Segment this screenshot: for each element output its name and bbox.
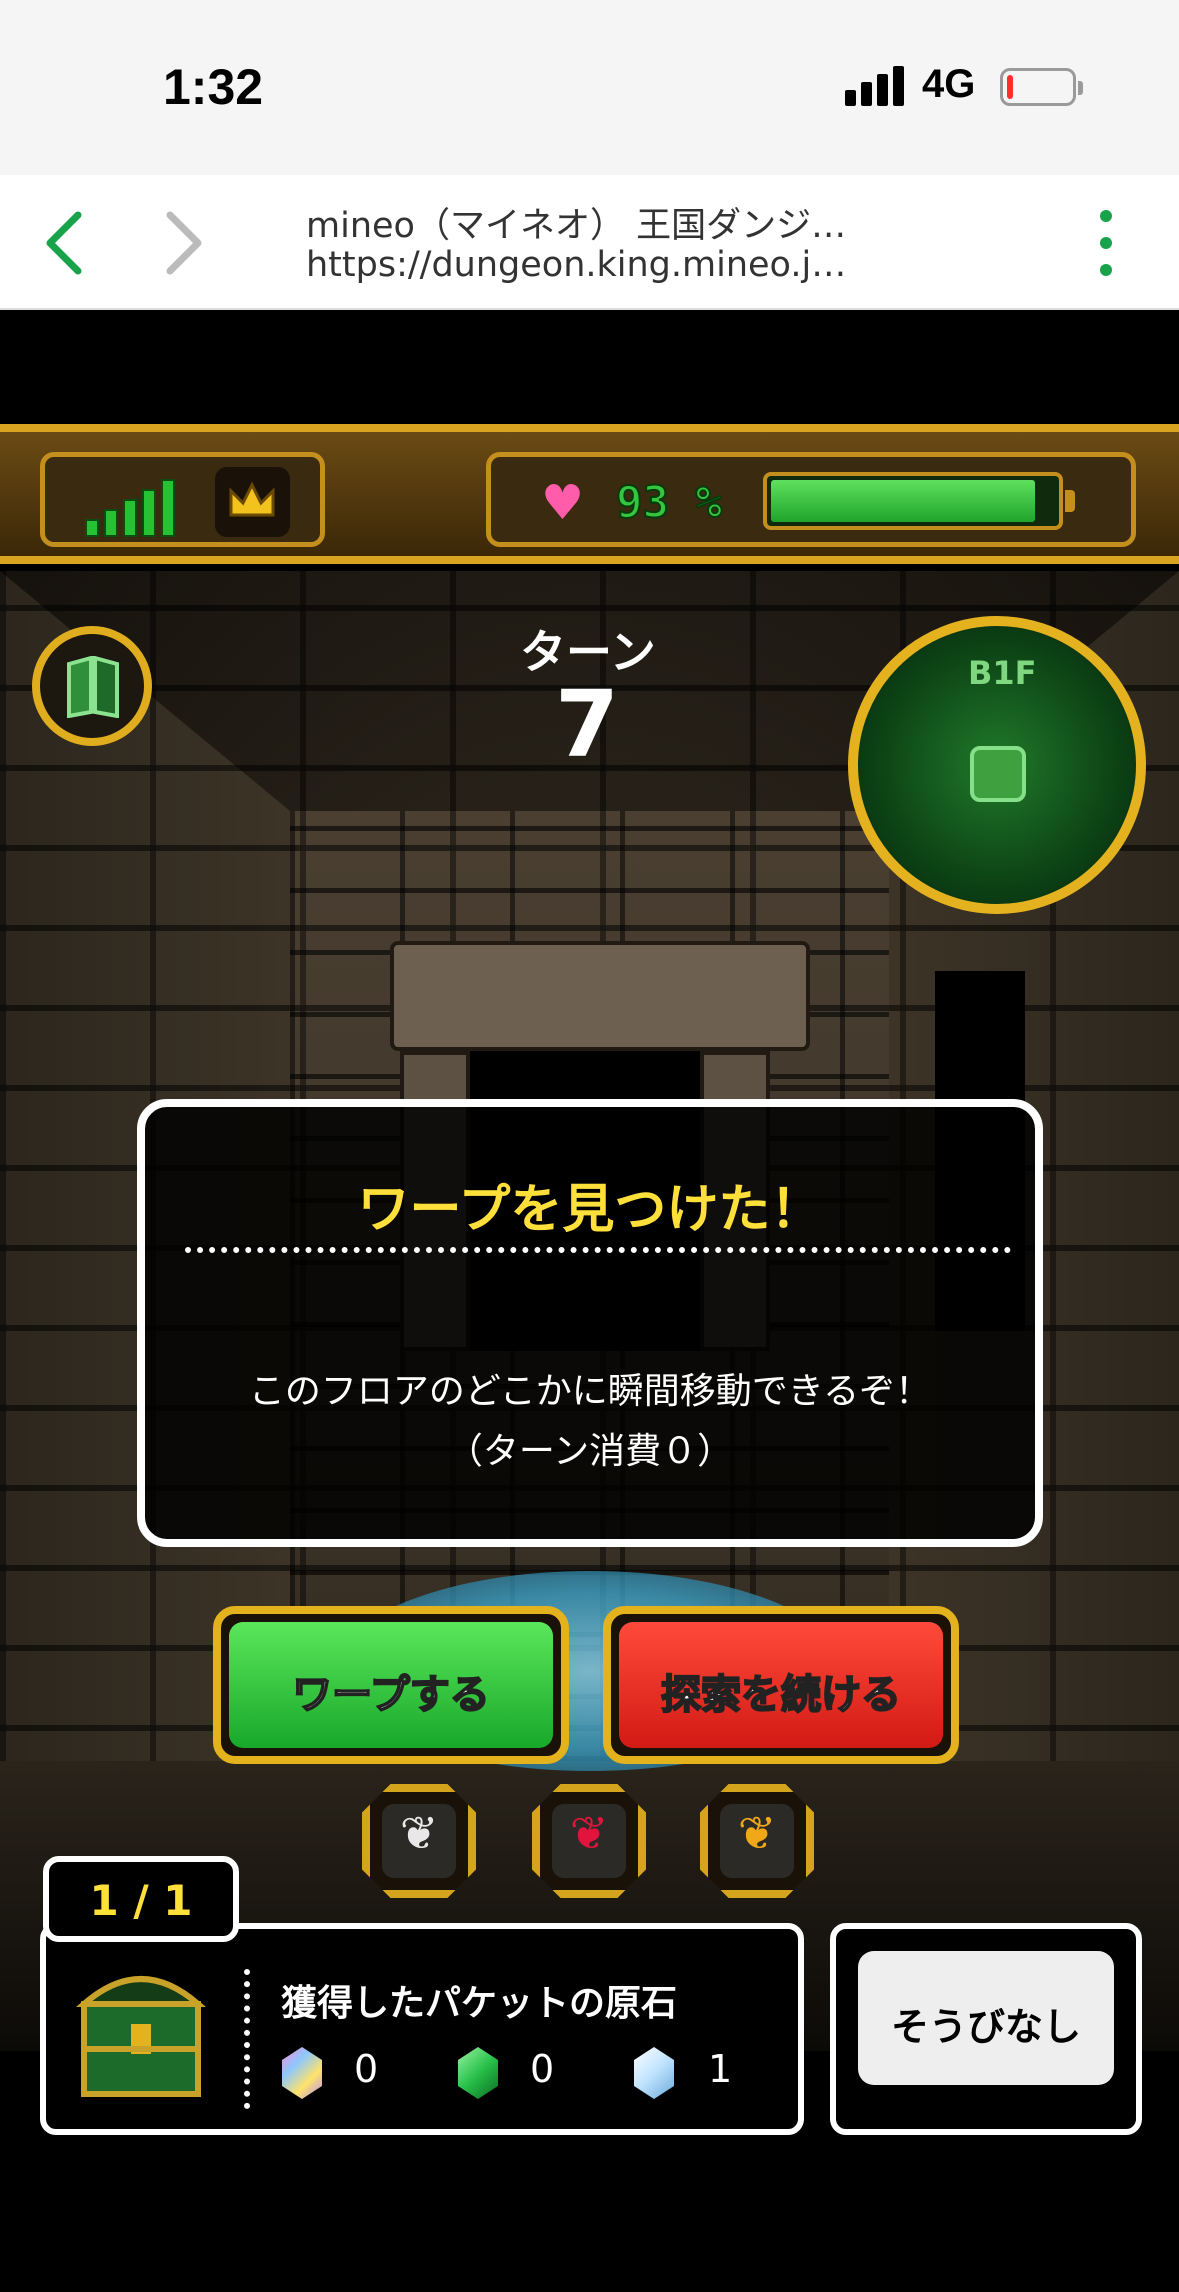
hp-percent: 93 % bbox=[615, 476, 723, 529]
treasure-counter: 1 / 1 bbox=[43, 1856, 239, 1942]
green-gem-icon bbox=[458, 2047, 498, 2099]
more-menu-icon[interactable] bbox=[1090, 210, 1120, 280]
rainbow-gem-icon bbox=[282, 2047, 322, 2099]
dialog-divider bbox=[185, 1247, 1011, 1253]
treasure-chest-icon bbox=[76, 1976, 206, 2097]
floor-label: B1F bbox=[968, 654, 1037, 692]
white-bean-icon: ❦ bbox=[399, 1806, 439, 1860]
cellular-signal-icon bbox=[845, 64, 905, 106]
treasure-panel: 獲得したパケットの原石 0 0 1 bbox=[40, 1923, 804, 2135]
hud-right-panel: ♥ 93 % bbox=[486, 452, 1136, 547]
dialog-message: このフロアのどこかに瞬間移動できるぞ！ bbox=[248, 1371, 932, 1412]
dialog-note: （ターン消費０） bbox=[446, 1431, 734, 1472]
equipment-panel: そうびなし bbox=[830, 1923, 1142, 2135]
hud-bar: ♥ 93 % bbox=[0, 424, 1179, 564]
red-bean-icon: ❦ bbox=[569, 1806, 609, 1860]
continue-explore-button[interactable]: 探索を続ける bbox=[603, 1606, 959, 1764]
status-time: 1:32 bbox=[163, 59, 264, 115]
turn-number: 7 bbox=[555, 671, 620, 778]
crown-icon bbox=[229, 481, 275, 517]
heart-icon: ♥ bbox=[541, 475, 585, 531]
equipment-label: そうびなし bbox=[890, 2005, 1081, 2049]
explore-button-label: 探索を続ける bbox=[660, 1671, 902, 1719]
warp-button-label: ワープする bbox=[291, 1671, 491, 1719]
stone-arch bbox=[390, 941, 810, 1051]
treasure-counter-text: 1 / 1 bbox=[89, 1876, 193, 1925]
blue-gem-count: 1 bbox=[708, 2047, 733, 2091]
game-area: ♥ 93 % ターン 7 B1F ワープを見つけた！ このフロアのどこかに瞬間移… bbox=[0, 311, 1179, 2292]
item-slot-red[interactable]: ❦ bbox=[532, 1784, 646, 1898]
signal-strength-icon bbox=[85, 477, 185, 537]
green-gem-count: 0 bbox=[530, 2047, 555, 2091]
guide-book-button[interactable] bbox=[32, 626, 152, 746]
back-arrow-icon[interactable] bbox=[40, 203, 90, 283]
page-title[interactable]: mineo（マイネオ） 王国ダンジ… bbox=[306, 197, 846, 248]
hp-gauge bbox=[763, 472, 1075, 530]
warp-dialog: ワープを見つけた！ このフロアのどこかに瞬間移動できるぞ！ （ターン消費０） bbox=[137, 1099, 1043, 1547]
hud-left-panel bbox=[40, 452, 325, 547]
treasure-title: 獲得したパケットの原石 bbox=[281, 1983, 678, 2024]
book-icon bbox=[67, 656, 119, 718]
warp-button[interactable]: ワープする bbox=[213, 1606, 569, 1764]
forward-arrow-icon[interactable] bbox=[158, 203, 208, 283]
item-slot-white[interactable]: ❦ bbox=[362, 1784, 476, 1898]
item-slot-yellow[interactable]: ❦ bbox=[700, 1784, 814, 1898]
battery-level bbox=[1007, 75, 1013, 99]
status-bar: 1:32 4G bbox=[0, 0, 1179, 175]
crown-button[interactable] bbox=[215, 467, 290, 537]
network-type: 4G bbox=[922, 62, 976, 106]
hp-gauge-fill bbox=[771, 480, 1035, 522]
url-text[interactable]: https://dungeon.king.mineo.j… bbox=[306, 245, 846, 285]
yellow-bean-icon: ❦ bbox=[737, 1806, 777, 1860]
rainbow-gem-count: 0 bbox=[354, 2047, 379, 2091]
player-marker-icon bbox=[970, 746, 1026, 802]
browser-toolbar: mineo（マイネオ） 王国ダンジ… https://dungeon.king.… bbox=[0, 175, 1179, 310]
treasure-divider bbox=[244, 1969, 250, 2109]
equipment-button[interactable]: そうびなし bbox=[858, 1951, 1114, 2085]
blue-gem-icon bbox=[634, 2047, 674, 2099]
battery-icon bbox=[1000, 68, 1083, 106]
minimap[interactable]: B1F bbox=[848, 616, 1146, 914]
dialog-title: ワープを見つけた！ bbox=[357, 1180, 823, 1240]
